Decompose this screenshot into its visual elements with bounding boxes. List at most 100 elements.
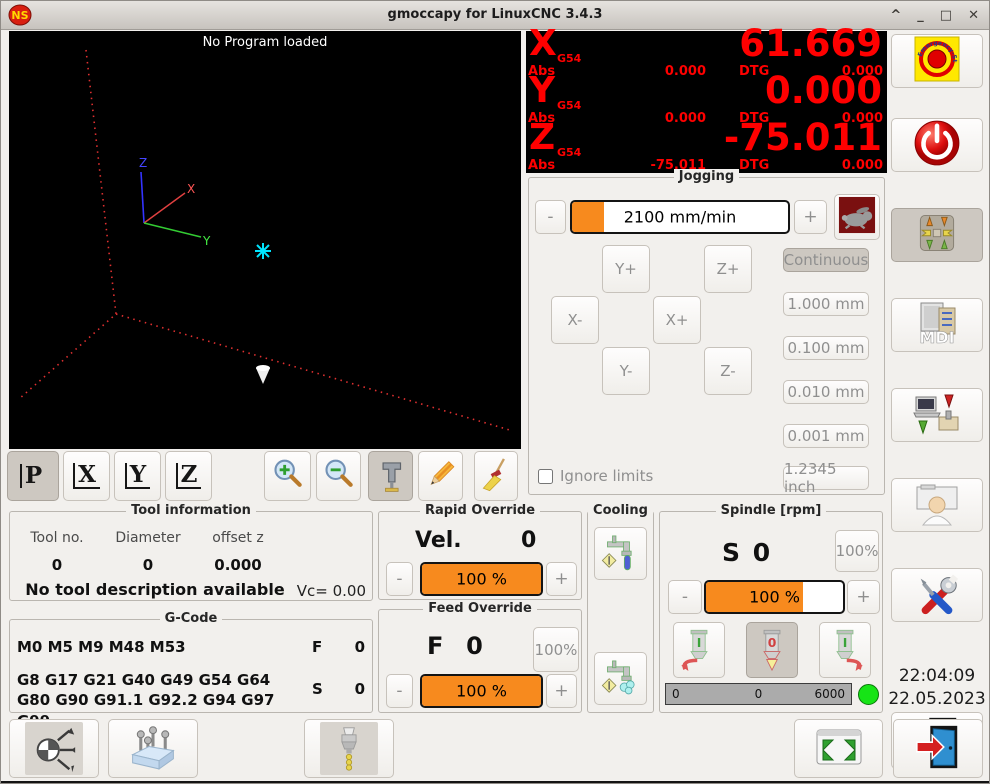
minimize-button[interactable]: _ <box>917 8 924 23</box>
mdi-mode-button[interactable]: MDI <box>891 298 983 352</box>
jog-x-plus-button[interactable]: X+ <box>653 296 701 344</box>
spindle-rpm-bar: 0 0 6000 <box>665 683 852 705</box>
emergency-stop-icon: Emergency-Stop <box>913 35 961 87</box>
broom-icon <box>477 455 515 497</box>
machine-on-button[interactable] <box>891 118 983 172</box>
increment-0001mm-button[interactable]: 0.001 mm <box>783 424 869 448</box>
flood-coolant-button[interactable] <box>594 527 647 580</box>
ignore-limits-checkbox[interactable] <box>538 469 553 484</box>
touch-off-button[interactable] <box>9 719 99 778</box>
mist-icon <box>599 655 643 703</box>
spindle-stop-icon: 0 <box>749 623 795 677</box>
tools-icon <box>911 568 963 622</box>
feed-minus-button[interactable]: - <box>386 674 413 708</box>
zoom-out-icon <box>319 454 359 498</box>
dro-axis-letter: Y <box>529 73 555 109</box>
jog-z-plus-button[interactable]: Z+ <box>704 245 752 293</box>
jog-speed-plus-button[interactable]: + <box>794 200 827 234</box>
spindle-ccw-button[interactable]: I <box>673 622 725 678</box>
dro-value: 0.000 <box>765 72 882 109</box>
dro-coord-system: G54 <box>557 99 581 112</box>
spindle-cw-button[interactable]: I <box>819 622 871 678</box>
operator-icon <box>911 479 963 531</box>
rapid-plus-button[interactable]: + <box>546 562 577 596</box>
increment-01mm-button[interactable]: 0.100 mm <box>783 336 869 360</box>
jog-speed-slider[interactable]: 2100 mm/min <box>570 200 790 234</box>
increment-001mm-button[interactable]: 0.010 mm <box>783 380 869 404</box>
preview-scene: Z X Y <box>9 31 521 449</box>
feed-reset-button[interactable]: 100% <box>533 627 579 672</box>
tool-no-value: 0 <box>12 556 102 574</box>
view-perspective-button[interactable]: P <box>7 451 59 501</box>
shade-button[interactable]: ^ <box>890 8 901 23</box>
zoom-in-icon <box>268 454 308 498</box>
mdi-text: MDI <box>919 328 954 347</box>
tool-change-button[interactable] <box>304 719 394 778</box>
increment-continuous-button[interactable]: Continuous <box>783 248 869 272</box>
increment-1mm-button[interactable]: 1.000 mm <box>783 292 869 316</box>
spindle-stop-button[interactable]: 0 <box>746 622 798 678</box>
view-y-button[interactable]: Y <box>114 451 161 501</box>
x-view-letter: X <box>73 463 100 489</box>
spindle-ccw-icon: I <box>676 623 722 677</box>
auto-run-icon <box>911 389 963 441</box>
block-height-button[interactable] <box>108 719 198 778</box>
jog-fast-toggle-button[interactable] <box>834 194 880 240</box>
mist-coolant-button[interactable] <box>594 652 647 705</box>
touch-plate-icon <box>124 720 182 777</box>
zoom-in-button[interactable] <box>264 451 311 501</box>
user-settings-button[interactable] <box>891 478 983 532</box>
exit-door-icon <box>912 722 964 776</box>
rapid-override-slider[interactable]: 100 % <box>420 562 543 596</box>
feed-override-slider[interactable]: 100 % <box>420 674 543 708</box>
flood-icon <box>599 530 643 578</box>
jog-y-minus-button[interactable]: Y- <box>602 347 650 395</box>
f-value: 0 <box>355 638 365 656</box>
back-exit-button[interactable] <box>893 719 983 778</box>
edit-button[interactable] <box>418 451 463 501</box>
zoom-out-button[interactable] <box>316 451 361 501</box>
tool-description: No tool description available <box>20 580 290 599</box>
spindle-minus-button[interactable]: - <box>668 580 702 614</box>
spindle-plus-button[interactable]: + <box>847 580 880 614</box>
y-view-letter: Y <box>125 463 150 489</box>
dro-axis-letter: Z <box>529 120 555 156</box>
jog-z-minus-button[interactable]: Z- <box>704 347 752 395</box>
diameter-value: 0 <box>103 556 193 574</box>
spindle-override-value: 100 % <box>706 588 843 607</box>
dro-panel[interactable]: X G54 61.669 Abs 0.000 DTG 0.000 Y G54 0… <box>526 31 887 173</box>
view-z-button[interactable]: Z <box>165 451 212 501</box>
diameter-header: Diameter <box>103 530 193 546</box>
feed-plus-button[interactable]: + <box>546 674 577 708</box>
close-button[interactable]: ✕ <box>968 8 979 23</box>
maximize-button[interactable]: □ <box>940 8 952 23</box>
power-icon <box>912 118 962 172</box>
tool-holder-icon <box>320 722 378 775</box>
tool-dimensions-button[interactable] <box>368 451 413 501</box>
dro-coord-system: G54 <box>557 52 581 65</box>
jog-speed-value: 2100 mm/min <box>572 208 788 227</box>
s-label: S <box>312 680 323 698</box>
settings-button[interactable] <box>891 568 983 622</box>
spindle-override-slider[interactable]: 100 % <box>704 580 845 614</box>
increment-inch-button[interactable]: 1.2345 inch <box>783 466 869 490</box>
tool-info-title: Tool information <box>126 503 256 518</box>
rpm-current: 0 <box>755 687 763 701</box>
auto-mode-button[interactable] <box>891 388 983 442</box>
view-x-button[interactable]: X <box>63 451 110 501</box>
rapid-minus-button[interactable]: - <box>386 562 413 596</box>
offset-z-header: offset z <box>193 530 283 546</box>
jog-x-minus-button[interactable]: X- <box>551 296 599 344</box>
tool-info-frame: Tool information Tool no. Diameter offse… <box>9 511 373 601</box>
estop-button[interactable]: Emergency-Stop <box>891 34 983 88</box>
clear-plot-button[interactable] <box>474 451 518 501</box>
manual-mode-button[interactable] <box>891 208 983 262</box>
gcode-frame: G-Code M0 M5 M9 M48 M53 G8 G17 G21 G40 G… <box>9 619 373 713</box>
spindle-reset-button[interactable]: 100% <box>835 530 879 572</box>
fullscreen-button[interactable] <box>794 719 883 778</box>
jog-y-plus-button[interactable]: Y+ <box>602 245 650 293</box>
jog-speed-minus-button[interactable]: - <box>535 200 566 234</box>
cooling-frame: Cooling <box>587 511 654 713</box>
gremlin-preview[interactable]: No Program loaded Z X Y <box>9 31 521 449</box>
active-m-codes: M0 M5 M9 M48 M53 <box>17 638 186 656</box>
